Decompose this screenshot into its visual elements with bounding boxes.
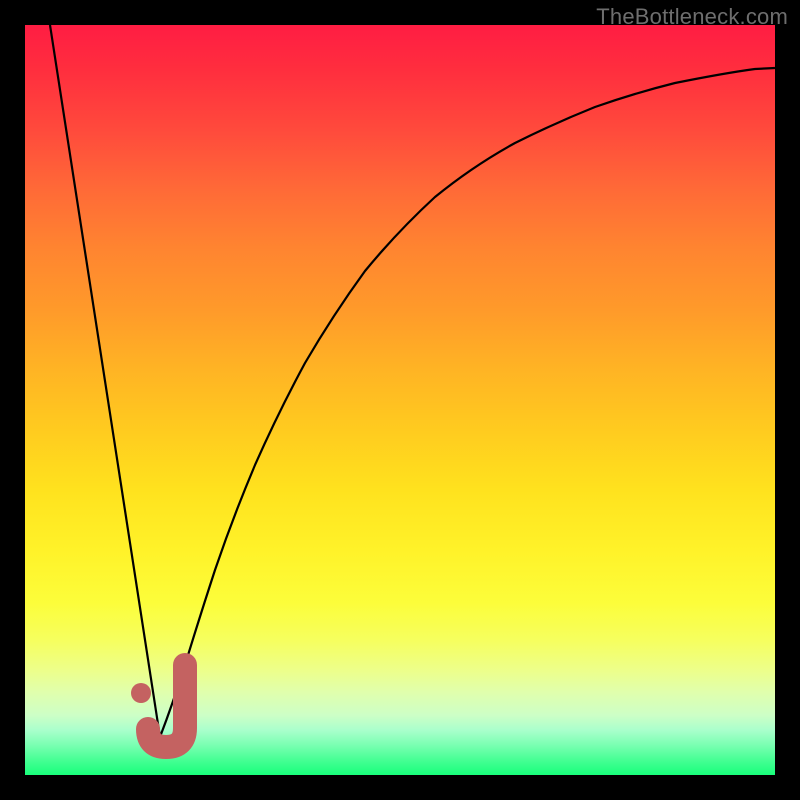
- curve-left-descent: [50, 25, 160, 737]
- chart-frame: TheBottleneck.com: [0, 0, 800, 800]
- j-dot-icon: [131, 683, 151, 703]
- chart-curves: [25, 25, 775, 775]
- watermark-text: TheBottleneck.com: [596, 4, 788, 30]
- valley-j-marker: [131, 665, 185, 747]
- j-hook-icon: [148, 665, 185, 747]
- curve-right-ascent: [160, 68, 775, 737]
